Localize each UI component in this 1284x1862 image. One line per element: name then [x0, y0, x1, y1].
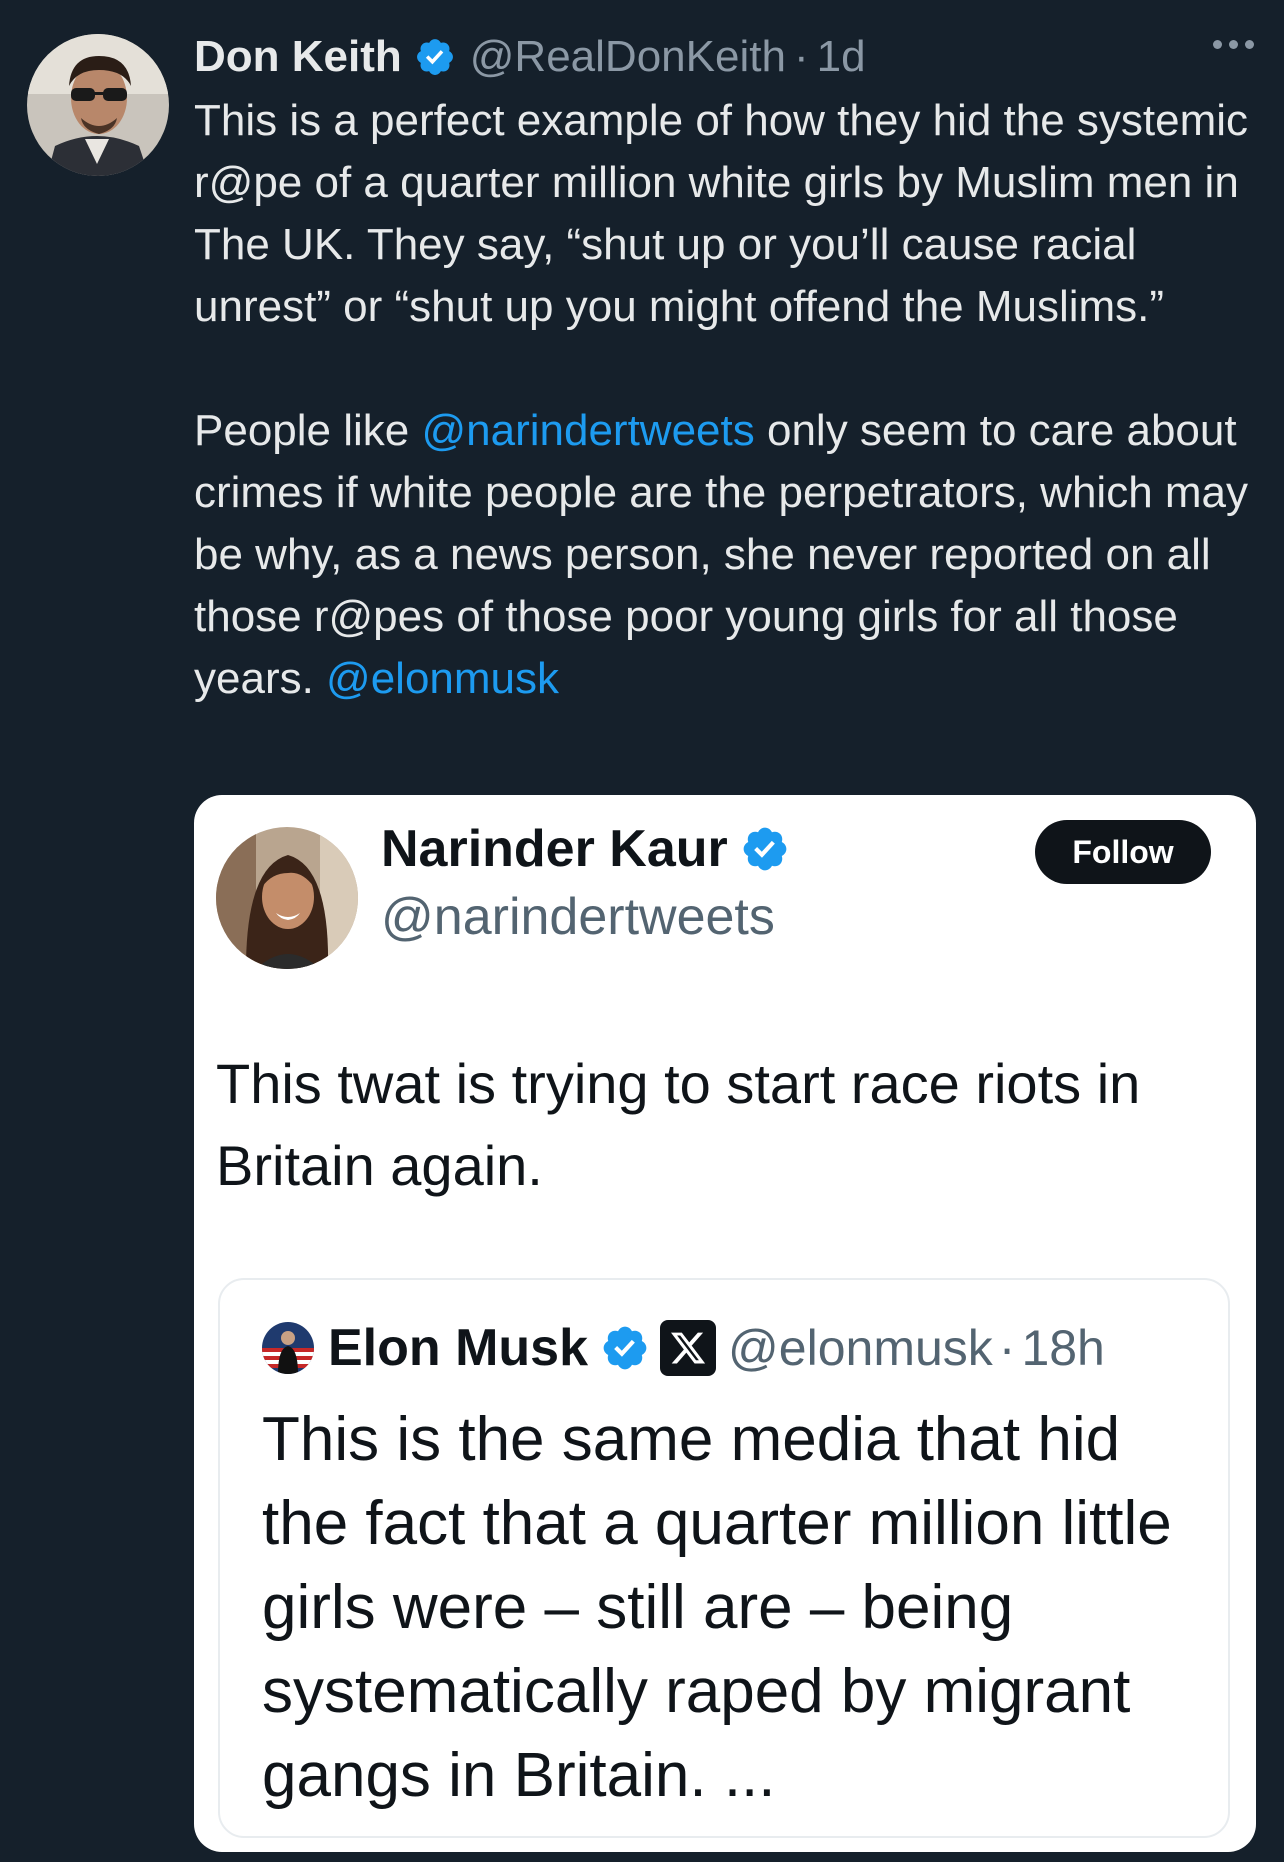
embedded-name-row: Narinder Kaur: [381, 819, 790, 879]
more-dots-icon[interactable]: [1213, 40, 1254, 49]
x-affiliate-badge-icon: [660, 1320, 717, 1376]
separator-dot: ·: [793, 32, 809, 81]
follow-button[interactable]: Follow: [1035, 820, 1211, 884]
quoted-author-name[interactable]: Elon Musk: [328, 1318, 588, 1378]
profile-photo-icon: [262, 1322, 314, 1374]
verified-badge-icon: [743, 827, 787, 871]
quoted-author-avatar[interactable]: [262, 1322, 314, 1374]
tweet-paragraph-1: This is a perfect example of how they hi…: [194, 96, 1249, 331]
quoted-post-header: Elon Musk @elonmusk · 18h: [262, 1318, 1105, 1378]
tweet-paragraph-2: People like @narindertweets only seem to…: [194, 400, 1264, 710]
embedded-post-card[interactable]: Narinder Kaur @narindertweets Follow Thi…: [194, 795, 1256, 1852]
embedded-author-handle[interactable]: @narindertweets: [381, 887, 775, 947]
tweet-header: Don Keith @RealDonKeith · 1d: [194, 26, 866, 88]
embedded-author-name[interactable]: Narinder Kaur: [381, 819, 728, 879]
paragraph-2-prefix: People like: [194, 406, 422, 455]
separator-dot: ·: [998, 1320, 1016, 1376]
tweet[interactable]: Don Keith @RealDonKeith · 1d This is a p…: [0, 0, 1284, 1862]
embedded-author-avatar[interactable]: [216, 827, 358, 969]
profile-photo-icon: [27, 34, 169, 176]
tweet-text: This is a perfect example of how they hi…: [194, 90, 1264, 710]
tweet-time[interactable]: 1d: [817, 32, 866, 82]
quoted-post[interactable]: Elon Musk @elonmusk · 18h This is the sa…: [218, 1278, 1230, 1838]
author-avatar[interactable]: [27, 34, 169, 176]
author-name[interactable]: Don Keith: [194, 32, 402, 82]
quoted-author-handle[interactable]: @elonmusk: [728, 1319, 993, 1377]
mention-narindertweets[interactable]: @narindertweets: [421, 406, 754, 455]
verified-badge-icon: [603, 1326, 647, 1370]
verified-badge-icon: [416, 39, 453, 75]
quoted-post-time[interactable]: 18h: [1021, 1319, 1104, 1377]
mention-elonmusk[interactable]: @elonmusk: [326, 654, 559, 703]
profile-photo-icon: [216, 827, 358, 969]
quoted-post-text: This is the same media that hid the fact…: [262, 1405, 1172, 1810]
embedded-post-text: This twat is trying to start race riots …: [216, 1052, 1141, 1197]
author-handle[interactable]: @RealDonKeith: [470, 32, 786, 82]
